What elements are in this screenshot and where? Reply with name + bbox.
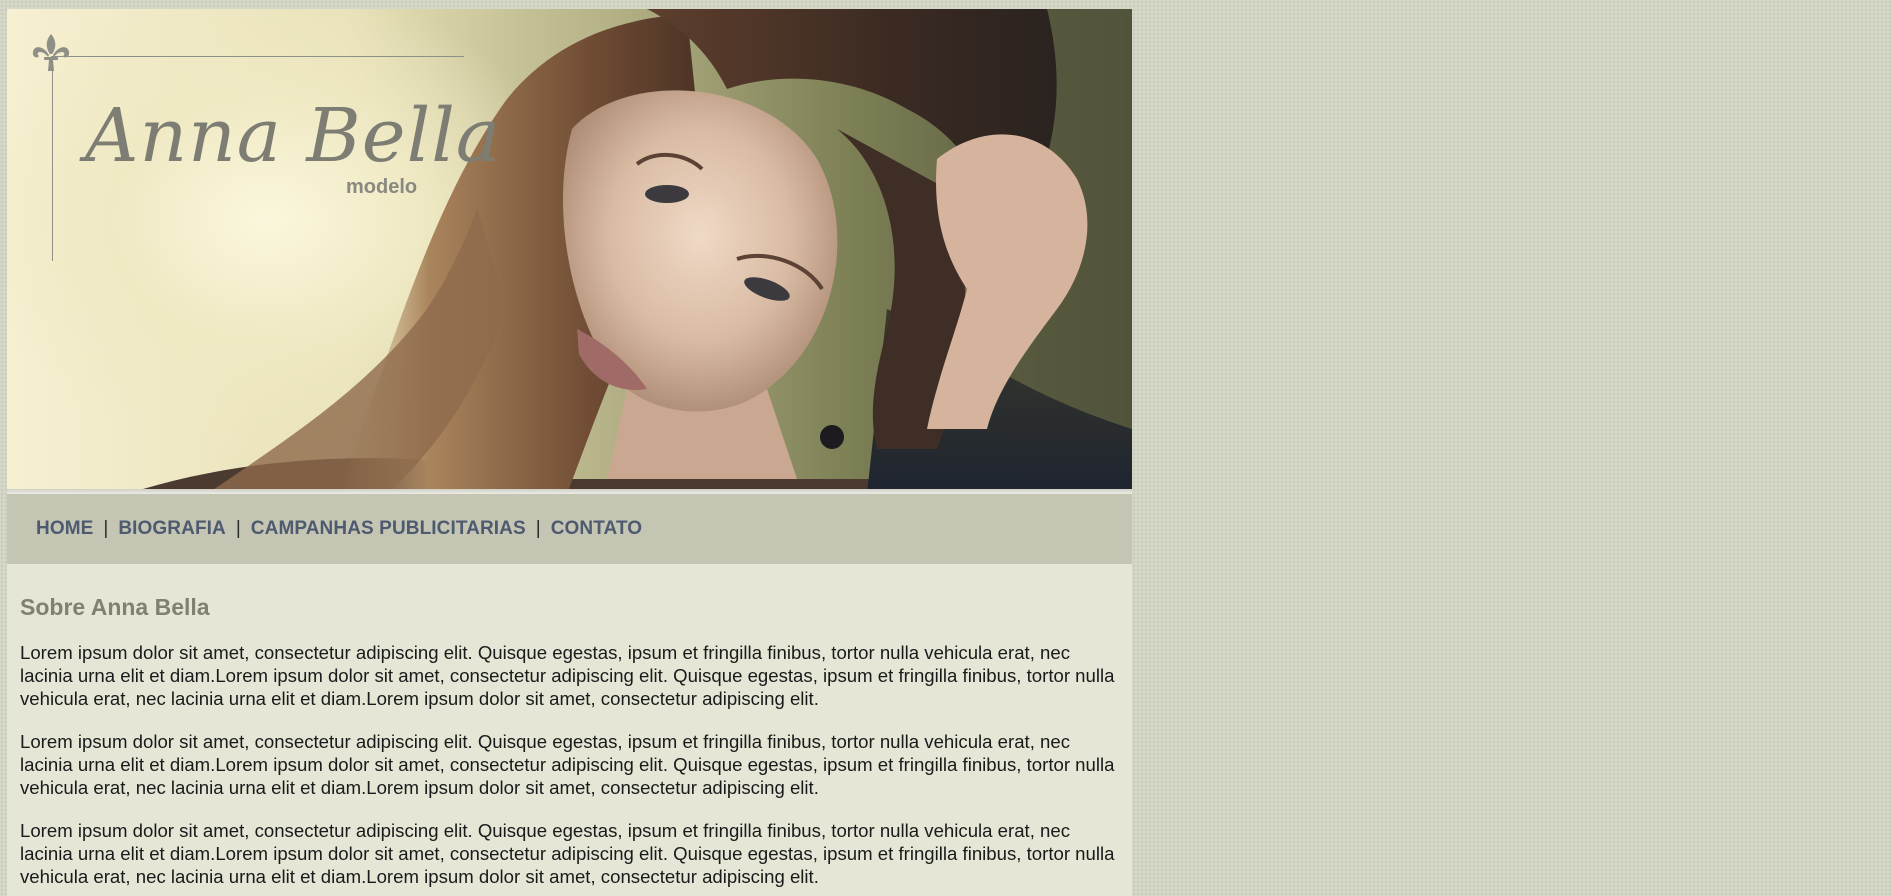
logo-frame-line <box>51 56 464 57</box>
header-banner: Anna Bella modelo <box>7 9 1132 494</box>
logo-frame-line <box>52 56 53 261</box>
nav-item-biografia[interactable]: BIOGRAFIA <box>118 518 226 540</box>
content-paragraph: Lorem ipsum dolor sit amet, consectetur … <box>20 820 1115 887</box>
nav-item-home[interactable]: HOME <box>36 518 93 540</box>
page-container: Anna Bella modelo HOME | BIOGRAFIA | CAM… <box>7 9 1132 896</box>
nav-separator: | <box>535 518 541 539</box>
fleur-de-lis-icon <box>32 34 70 71</box>
content-paragraph: Lorem ipsum dolor sit amet, consectetur … <box>20 731 1115 798</box>
logo-subtitle: modelo <box>346 176 418 198</box>
nav-separator: | <box>103 518 109 539</box>
content-paragraph: Lorem ipsum dolor sit amet, consectetur … <box>20 642 1115 709</box>
nav-item-campanhas-publicitarias[interactable]: CAMPANHAS PUBLICITARIAS <box>251 518 526 540</box>
model-photo <box>127 9 1132 494</box>
main-nav: HOME | BIOGRAFIA | CAMPANHAS PUBLICITARI… <box>7 494 1132 564</box>
nav-separator: | <box>235 518 241 539</box>
nav-item-contato[interactable]: CONTATO <box>551 518 642 540</box>
banner-divider <box>7 489 1132 494</box>
logo-name: Anna Bella <box>85 93 502 179</box>
main-content: Sobre Anna Bella Lorem ipsum dolor sit a… <box>7 564 1132 888</box>
page-title: Sobre Anna Bella <box>20 594 210 620</box>
